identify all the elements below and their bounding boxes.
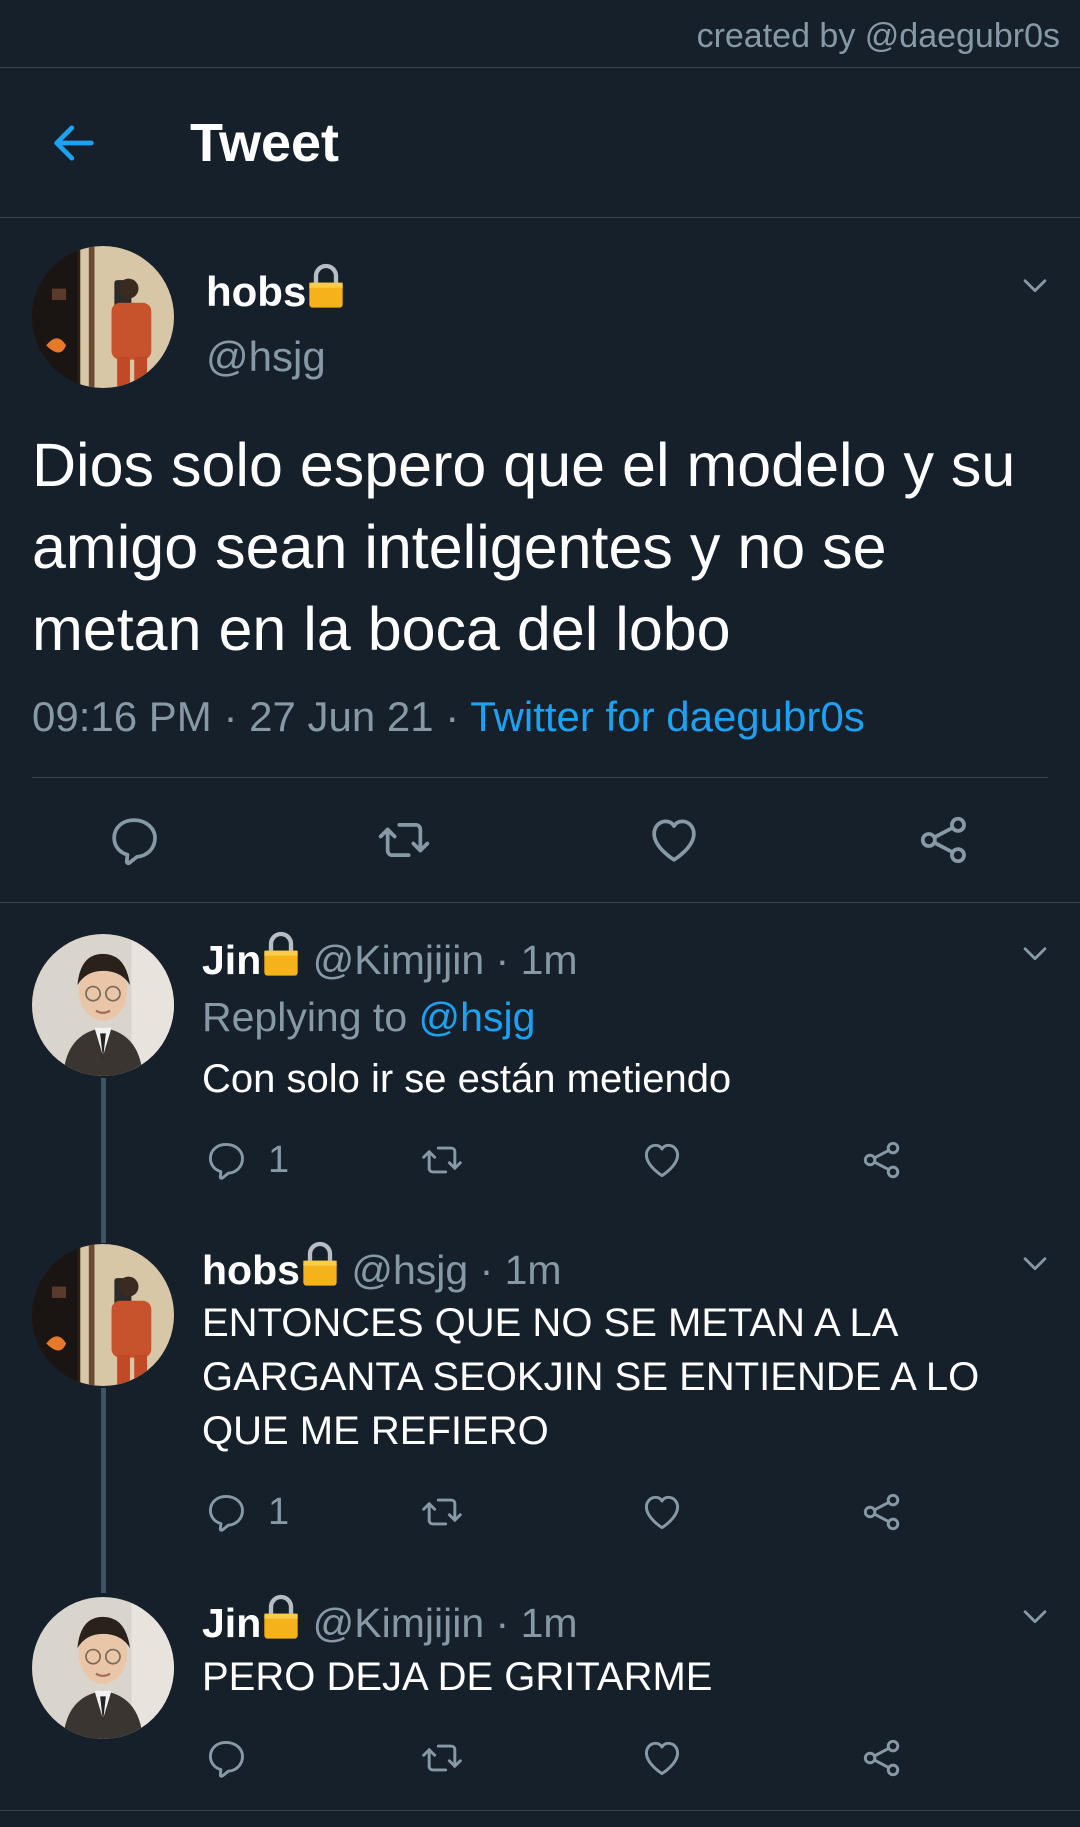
reply-text: PERO DEJA DE GRITARME [202,1655,713,1699]
avatar[interactable] [32,1597,174,1739]
tweet-date: 27 Jun 21 [249,693,434,740]
author-name[interactable]: Jin [202,1600,261,1646]
reply-text: ENTONCES QUE NO SE METAN A LA GARGANTA S… [202,1301,980,1453]
share-icon[interactable] [860,1736,904,1780]
retweet-icon[interactable] [420,1736,464,1780]
author-name-row[interactable]: hobs [206,262,346,317]
like-icon[interactable] [640,1490,684,1534]
chevron-down-icon[interactable] [1018,1246,1052,1280]
retweet-icon[interactable] [420,1138,464,1182]
reply-time: 1m [520,1600,578,1646]
like-icon[interactable] [646,812,702,868]
chevron-down-icon[interactable] [1018,936,1052,970]
back-arrow-icon[interactable] [48,117,100,169]
page-title: Tweet [190,113,340,173]
lock-icon [306,262,346,310]
reply-icon[interactable] [204,1736,248,1780]
author-handle[interactable]: @hsjg [206,332,326,382]
reply-icon[interactable] [106,812,162,868]
share-icon[interactable] [860,1490,904,1534]
retweet-icon[interactable] [376,812,432,868]
credit-text: created by @daegubr0s [0,0,1080,68]
reply-count: 1 [268,1491,290,1533]
reply-count: 1 [268,1139,290,1181]
replying-handle-link[interactable]: @hsjg [419,994,536,1040]
reply-icon[interactable] [204,1490,248,1534]
replying-label: Replying to [202,994,408,1040]
tweet-time: 09:16 PM [32,693,212,740]
reply-header: Jin @Kimjijin · 1m [202,930,578,985]
author-handle[interactable]: @Kimjijin [313,1600,484,1646]
reply-header: hobs @hsjg · 1m [202,1240,562,1295]
header-bar: Tweet [0,69,1080,218]
author-name[interactable]: hobs [202,1247,300,1293]
reply-time: 1m [520,937,578,983]
thread-line [101,1388,106,1593]
tweet-source-link[interactable]: Twitter for daegubr0s [470,693,865,740]
author-name[interactable]: Jin [202,937,261,983]
author-handle[interactable]: @Kimjijin [313,937,484,983]
like-icon[interactable] [640,1138,684,1182]
reply-icon[interactable] [204,1138,248,1182]
divider [32,777,1048,778]
avatar[interactable] [32,1244,174,1386]
chevron-down-icon[interactable] [1018,268,1052,302]
lock-icon [261,1593,301,1641]
author-handle[interactable]: @hsjg [351,1247,468,1293]
reply-time: 1m [504,1247,562,1293]
lock-icon [300,1240,340,1288]
share-icon[interactable] [860,1138,904,1182]
divider [0,902,1080,903]
share-icon[interactable] [916,812,972,868]
reply-header: Jin @Kimjijin · 1m [202,1593,578,1648]
lock-icon [261,930,301,978]
like-icon[interactable] [640,1736,684,1780]
avatar[interactable] [32,934,174,1076]
retweet-icon[interactable] [420,1490,464,1534]
chevron-down-icon[interactable] [1018,1599,1052,1633]
divider [0,1810,1080,1811]
tweet-text: Dios solo espero que el modelo y su amig… [32,431,1016,663]
replying-to: Replying to @hsjg [202,992,535,1042]
tweet-meta: 09:16 PM · 27 Jun 21 · Twitter for daegu… [32,693,865,740]
avatar[interactable] [32,246,174,388]
thread-line [101,1078,106,1243]
reply-text: Con solo ir se están metiendo [202,1057,732,1101]
author-name: hobs [206,268,307,315]
